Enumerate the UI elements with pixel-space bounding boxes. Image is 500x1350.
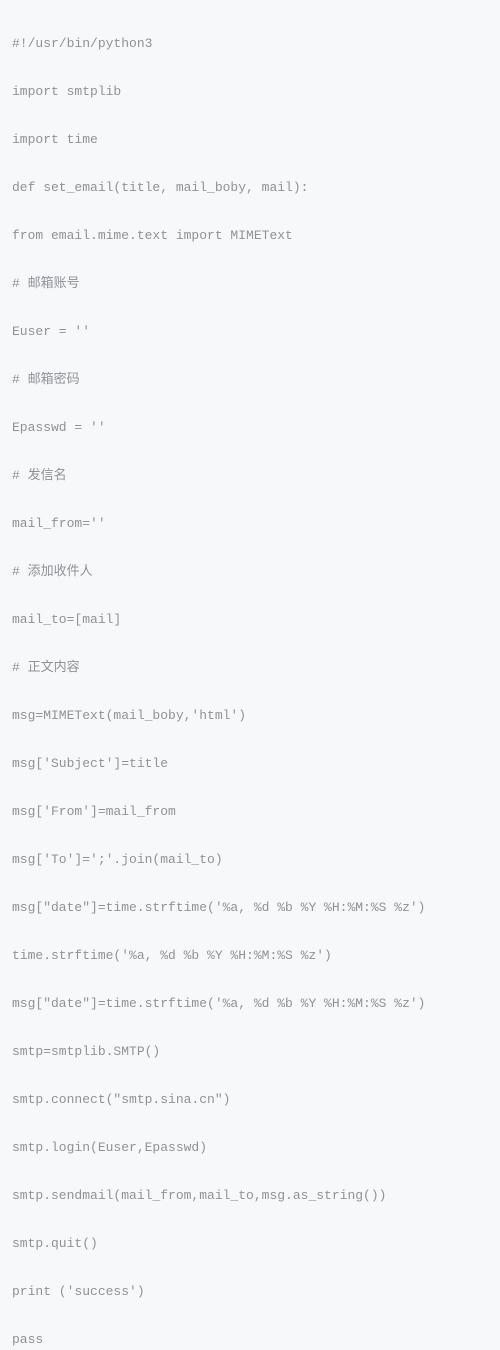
code-line: # 正文内容 [12, 656, 488, 680]
code-line: from email.mime.text import MIMEText [12, 224, 488, 248]
code-line: # 邮箱账号 [12, 272, 488, 296]
code-line: msg['To']=';'.join(mail_to) [12, 848, 488, 872]
code-line: mail_from='' [12, 512, 488, 536]
code-line: # 添加收件人 [12, 560, 488, 584]
code-line: smtp.login(Euser,Epasswd) [12, 1136, 488, 1160]
code-line: Euser = '' [12, 320, 488, 344]
code-line: Epasswd = '' [12, 416, 488, 440]
code-line: import smtplib [12, 80, 488, 104]
code-line: time.strftime('%a, %d %b %Y %H:%M:%S %z'… [12, 944, 488, 968]
code-line: import time [12, 128, 488, 152]
code-line: msg["date"]=time.strftime('%a, %d %b %Y … [12, 896, 488, 920]
code-line: smtp.sendmail(mail_from,mail_to,msg.as_s… [12, 1184, 488, 1208]
code-line: msg=MIMEText(mail_boby,'html') [12, 704, 488, 728]
code-line: #!/usr/bin/python3 [12, 32, 488, 56]
code-line: # 邮箱密码 [12, 368, 488, 392]
code-line: msg['Subject']=title [12, 752, 488, 776]
code-block: #!/usr/bin/python3 import smtplib import… [12, 8, 488, 1350]
code-line: smtp=smtplib.SMTP() [12, 1040, 488, 1064]
code-line: smtp.connect("smtp.sina.cn") [12, 1088, 488, 1112]
code-line: print ('success') [12, 1280, 488, 1304]
code-line: msg['From']=mail_from [12, 800, 488, 824]
code-line: mail_to=[mail] [12, 608, 488, 632]
code-line: msg["date"]=time.strftime('%a, %d %b %Y … [12, 992, 488, 1016]
code-line: # 发信名 [12, 464, 488, 488]
code-line: smtp.quit() [12, 1232, 488, 1256]
code-line: def set_email(title, mail_boby, mail): [12, 176, 488, 200]
code-line: pass [12, 1328, 488, 1350]
